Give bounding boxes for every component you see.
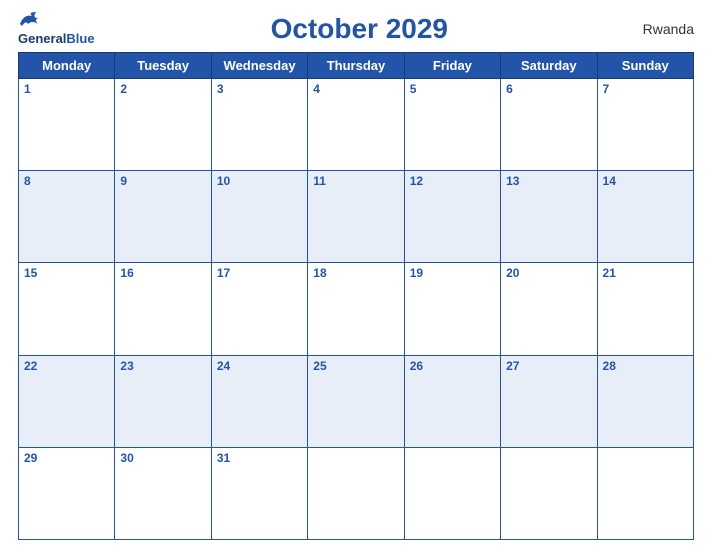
day-14: 14 — [597, 171, 693, 263]
day-20: 20 — [501, 263, 597, 355]
day-17: 17 — [211, 263, 307, 355]
day-28: 28 — [597, 355, 693, 447]
day-5: 5 — [404, 79, 500, 171]
calendar-title: October 2029 — [271, 13, 448, 44]
week-row-2: 8 9 10 11 12 13 14 — [19, 171, 694, 263]
day-27: 27 — [501, 355, 597, 447]
header-friday: Friday — [404, 53, 500, 79]
day-1: 1 — [19, 79, 115, 171]
logo: GeneralBlue — [18, 10, 95, 48]
day-21: 21 — [597, 263, 693, 355]
header-wednesday: Wednesday — [211, 53, 307, 79]
day-3: 3 — [211, 79, 307, 171]
header-sunday: Sunday — [597, 53, 693, 79]
day-9: 9 — [115, 171, 211, 263]
weekday-header-row: Monday Tuesday Wednesday Thursday Friday… — [19, 53, 694, 79]
day-29: 29 — [19, 447, 115, 539]
week-row-1: 1 2 3 4 5 6 7 — [19, 79, 694, 171]
day-empty-3 — [501, 447, 597, 539]
day-22: 22 — [19, 355, 115, 447]
header-monday: Monday — [19, 53, 115, 79]
day-empty-1 — [308, 447, 404, 539]
day-23: 23 — [115, 355, 211, 447]
logo-general: General — [18, 31, 66, 46]
country-label: Rwanda — [624, 21, 694, 37]
day-25: 25 — [308, 355, 404, 447]
week-row-3: 15 16 17 18 19 20 21 — [19, 263, 694, 355]
day-11: 11 — [308, 171, 404, 263]
day-30: 30 — [115, 447, 211, 539]
day-10: 10 — [211, 171, 307, 263]
calendar-title-area: October 2029 — [95, 13, 624, 45]
day-4: 4 — [308, 79, 404, 171]
week-row-5: 29 30 31 — [19, 447, 694, 539]
header-thursday: Thursday — [308, 53, 404, 79]
day-15: 15 — [19, 263, 115, 355]
day-6: 6 — [501, 79, 597, 171]
calendar-header: GeneralBlue October 2029 Rwanda — [18, 10, 694, 48]
week-row-4: 22 23 24 25 26 27 28 — [19, 355, 694, 447]
day-7: 7 — [597, 79, 693, 171]
day-16: 16 — [115, 263, 211, 355]
day-26: 26 — [404, 355, 500, 447]
day-31: 31 — [211, 447, 307, 539]
day-19: 19 — [404, 263, 500, 355]
day-8: 8 — [19, 171, 115, 263]
header-saturday: Saturday — [501, 53, 597, 79]
day-2: 2 — [115, 79, 211, 171]
calendar-table: Monday Tuesday Wednesday Thursday Friday… — [18, 52, 694, 540]
header-tuesday: Tuesday — [115, 53, 211, 79]
day-13: 13 — [501, 171, 597, 263]
logo-blue: Blue — [66, 31, 94, 46]
day-24: 24 — [211, 355, 307, 447]
day-empty-4 — [597, 447, 693, 539]
day-18: 18 — [308, 263, 404, 355]
day-empty-2 — [404, 447, 500, 539]
day-12: 12 — [404, 171, 500, 263]
bird-icon — [18, 10, 46, 30]
